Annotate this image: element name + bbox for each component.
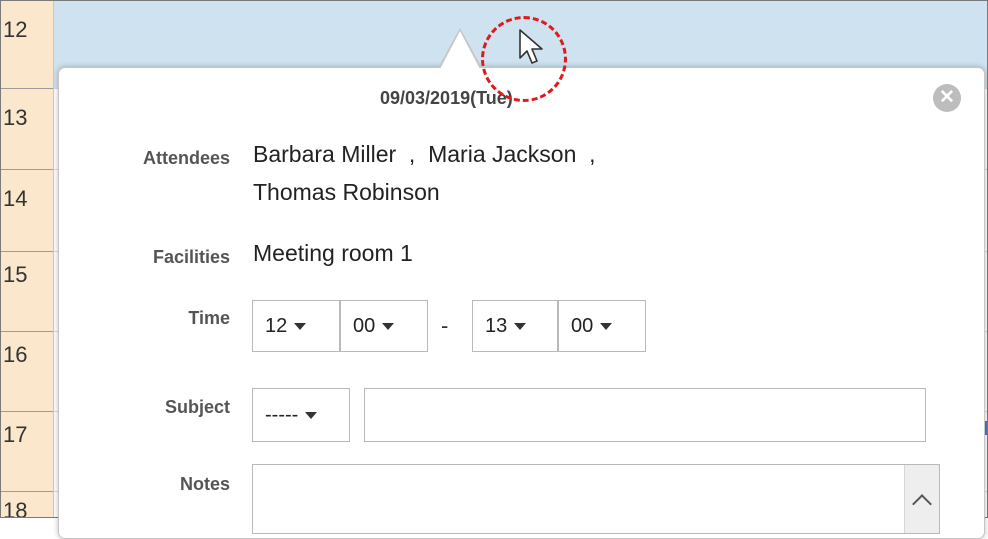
facilities-value: Meeting room 1 [253, 240, 413, 266]
subject-input[interactable] [364, 388, 926, 442]
attendees-label: Attendees [142, 148, 230, 168]
start-minute-select[interactable]: 00 [340, 300, 428, 352]
end-minute-value: 00 [571, 314, 594, 337]
chevron-down-icon [600, 322, 613, 330]
hour-label-12: 12 [3, 17, 28, 42]
subject-category-value: ----- [265, 403, 299, 426]
chevron-down-icon [514, 322, 527, 330]
close-icon[interactable]: ✕ [933, 84, 961, 112]
notes-textarea[interactable] [252, 464, 940, 534]
attendees-line-2: Thomas Robinson [253, 179, 440, 205]
chevron-down-icon [305, 411, 318, 419]
end-minute-select[interactable]: 00 [558, 300, 646, 352]
time-label: Time [188, 308, 230, 328]
subject-category-select[interactable]: ----- [252, 388, 350, 442]
hour-label-14: 14 [1, 169, 53, 210]
chevron-down-icon [382, 322, 395, 330]
time-separator: - [441, 313, 449, 338]
hour-label-17: 17 [1, 411, 53, 446]
end-hour-select[interactable]: 13 [472, 300, 558, 352]
start-minute-value: 00 [353, 314, 376, 337]
chevron-up-icon[interactable] [912, 494, 932, 514]
chevron-down-icon [294, 322, 307, 330]
attendees-line-1: Barbara Miller , Maria Jackson , [253, 141, 596, 167]
mouse-pointer-icon [519, 29, 543, 64]
facilities-label: Facilities [152, 247, 230, 267]
hour-label-13: 13 [1, 88, 53, 129]
notes-label: Notes [179, 474, 230, 494]
subject-label: Subject [164, 397, 230, 417]
notes-scrollbar[interactable] [904, 465, 939, 533]
popup-pointer-fill [440, 31, 480, 69]
hour-label-18: 18 [1, 491, 53, 517]
end-hour-value: 13 [485, 314, 508, 337]
start-hour-select[interactable]: 12 [252, 300, 340, 352]
hour-label-16: 16 [1, 331, 53, 366]
popup-date: 09/03/2019(Tue) [380, 88, 513, 108]
hour-label-15: 15 [1, 251, 53, 286]
start-hour-value: 12 [265, 314, 288, 337]
hour-column: 12 13 14 15 16 17 18 [1, 1, 54, 517]
